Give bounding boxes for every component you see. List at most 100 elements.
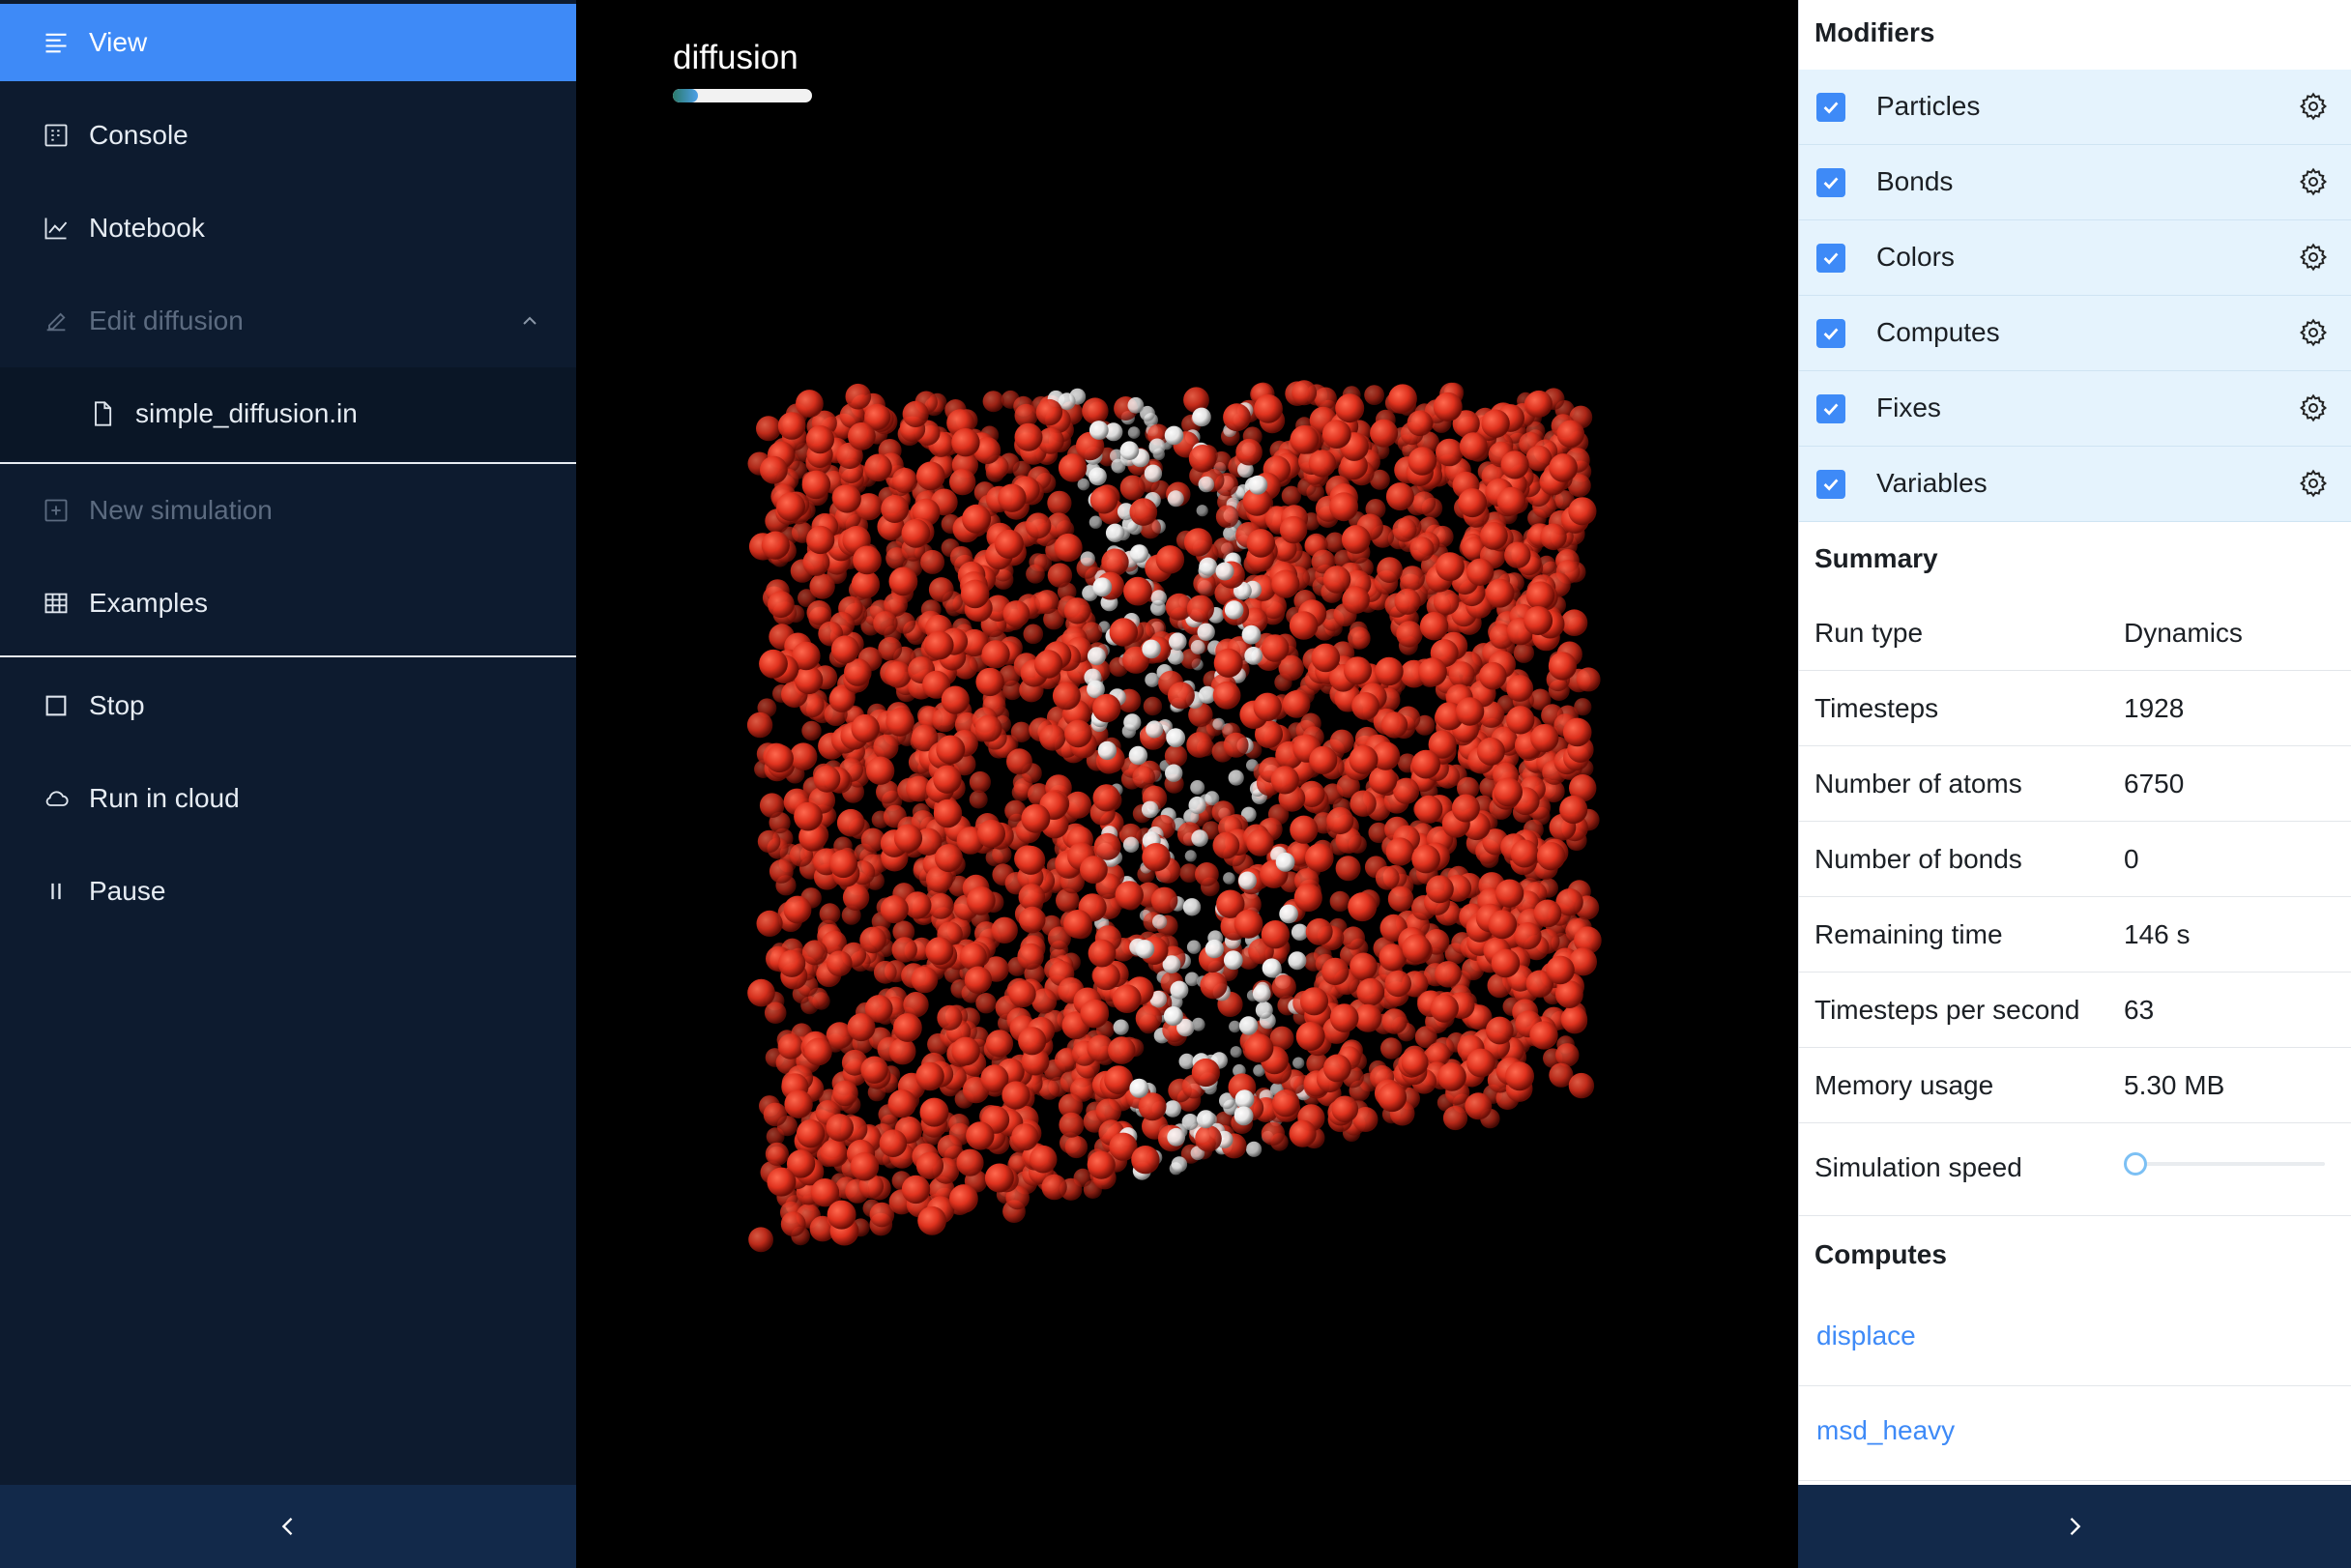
gear-icon[interactable] [2298,242,2329,273]
heavy-particle [1385,482,1414,511]
heavy-particle [917,1205,946,1235]
light-particle [1234,1089,1255,1109]
collapse-panel-button[interactable] [1798,1485,2351,1568]
gear-icon[interactable] [2298,166,2329,197]
heavy-particle [1529,1021,1558,1050]
heavy-particle [847,1013,876,1042]
light-particle [1144,464,1163,482]
summary-title: Summary [1814,543,1938,573]
heavy-particle [1401,1049,1429,1077]
edit-icon [43,307,70,334]
checkbox[interactable] [1816,93,1845,122]
heavy-particle [1341,525,1371,554]
heavy-particle [873,960,897,984]
compute-row[interactable]: msd_heavy [1799,1386,2351,1481]
heavy-particle [1322,566,1351,594]
heavy-particle [801,470,831,500]
light-particle [1181,1114,1199,1131]
checkbox[interactable] [1816,394,1845,423]
heavy-particle [1115,881,1144,910]
sidebar-item-edit-diffusion[interactable]: Edit diffusion [0,282,576,360]
heavy-particle [966,1121,995,1150]
light-particle [1171,1156,1188,1173]
heavy-particle [1510,839,1539,868]
heavy-particle [1540,523,1567,551]
light-particle [1184,850,1197,862]
heavy-particle [1008,980,1036,1008]
heavy-particle [1329,729,1354,754]
heavy-particle [1485,1016,1514,1045]
sidebar-item-new-simulation[interactable]: New simulation [0,472,576,549]
heavy-particle [1485,578,1515,608]
heavy-particle [1080,999,1110,1029]
heavy-particle [873,611,898,636]
modifier-bonds[interactable]: Bonds [1799,145,2351,220]
modifier-particles[interactable]: Particles [1799,70,2351,145]
heavy-particle [827,950,853,976]
sidebar-item-label: Examples [89,588,208,618]
sidebar-item-label: simple_diffusion.in [135,398,358,428]
light-particle [1197,623,1215,641]
checkbox[interactable] [1816,470,1845,499]
heavy-particle [1356,977,1385,1006]
heavy-particle [765,744,794,773]
sidebar-item-pause[interactable]: Pause [0,853,576,930]
sidebar-item-console[interactable]: Console [0,97,576,174]
gear-icon[interactable] [2298,468,2329,499]
heavy-particle [1223,403,1251,432]
sidebar-item-notebook[interactable]: Notebook [0,189,576,267]
light-particle [1279,904,1298,924]
heavy-particle [1348,892,1378,922]
summary-key: Run type [1814,618,1924,648]
sidebar-item-examples[interactable]: Examples [0,565,576,642]
light-particle [1105,523,1125,542]
compute-link[interactable]: msd_heavy [1816,1415,1955,1446]
light-particle [1122,836,1140,853]
slider-thumb[interactable] [2124,1152,2147,1176]
heavy-particle [1143,696,1163,716]
heavy-particle [1092,962,1120,991]
sidebar-item-view[interactable]: View [0,4,576,81]
modifier-fixes[interactable]: Fixes [1799,371,2351,447]
modifier-colors[interactable]: Colors [1799,220,2351,296]
compute-link[interactable]: displace [1816,1321,1916,1351]
gear-icon[interactable] [2298,392,2329,423]
heavy-particle [827,1200,856,1230]
heavy-particle [1329,492,1358,521]
heavy-particle [941,685,970,714]
heavy-particle [1164,744,1188,768]
modifier-computes[interactable]: Computes [1799,296,2351,371]
heavy-particle [763,1102,788,1127]
simulation-viewport[interactable]: diffusion [576,0,1798,1568]
collapse-sidebar-button[interactable] [0,1485,576,1568]
checkbox[interactable] [1816,168,1845,197]
sidebar-item-stop[interactable]: Stop [0,667,576,744]
checkbox[interactable] [1816,319,1845,348]
heavy-particle [1496,486,1526,516]
chevron-up-icon[interactable] [518,309,541,333]
sidebar-item-file[interactable]: simple_diffusion.in [0,375,576,452]
checkbox[interactable] [1816,244,1845,273]
heavy-particle [1063,910,1092,939]
heavy-particle [1261,1121,1286,1146]
heavy-particle [759,793,785,818]
compute-row[interactable]: displace [1799,1292,2351,1386]
heavy-particle [1047,563,1073,588]
divider [0,655,576,657]
heavy-particle [975,993,997,1014]
simulation-title: diffusion [673,39,798,76]
heavy-particle [1261,634,1290,662]
heavy-particle [1309,745,1338,775]
simulation-speed-slider[interactable] [2124,1152,2327,1176]
heavy-particle [1131,1146,1160,1175]
heavy-particle [1556,420,1585,449]
gear-icon[interactable] [2298,91,2329,122]
heavy-particle [1017,943,1044,971]
modifier-variables[interactable]: Variables [1799,447,2351,522]
heavy-particle [1411,749,1440,779]
sidebar-item-run-in-cloud[interactable]: Run in cloud [0,760,576,837]
particle-scene[interactable] [576,0,1798,1568]
gear-icon[interactable] [2298,317,2329,348]
light-particle [1092,577,1113,597]
light-particle [1215,562,1234,581]
